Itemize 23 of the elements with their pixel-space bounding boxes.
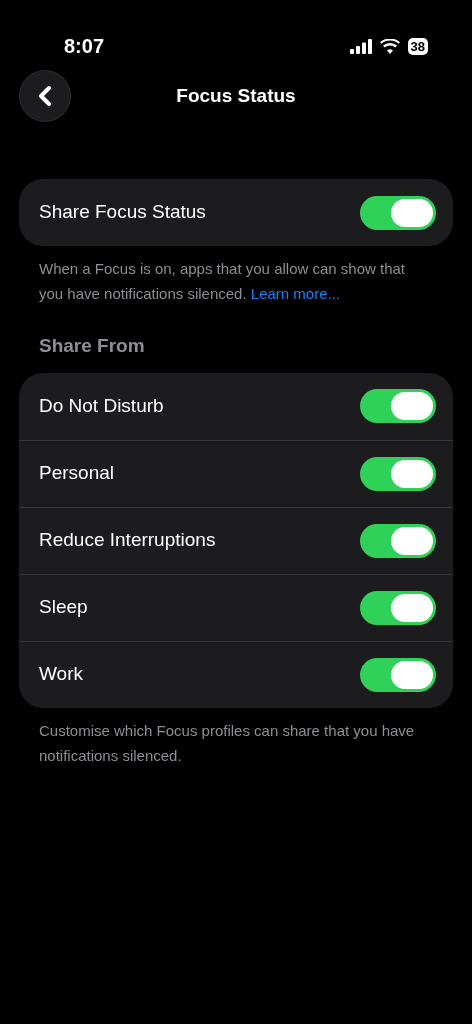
toggle-switch[interactable] [360, 523, 436, 558]
page-title: Focus Status [176, 85, 296, 106]
wifi-icon [379, 38, 400, 54]
toggle-label: Do Not Disturb [39, 393, 164, 418]
battery-level: 38 [407, 37, 428, 55]
back-icon [38, 85, 52, 107]
toggle-label: Reduce Interruptions [39, 528, 216, 553]
status-time: 8:07 [64, 34, 105, 59]
toggle-label: Work [39, 662, 83, 687]
signal-icon [349, 38, 372, 54]
toggle-switch[interactable] [360, 657, 436, 692]
section-heading: Share From [39, 335, 145, 356]
learn-more-link[interactable]: Learn more... [250, 285, 340, 302]
footer-note: Customise which Focus profiles can share that you have notifications silenced. [39, 720, 416, 766]
toggle-switch[interactable] [360, 456, 436, 491]
toggle-label: Sleep [39, 595, 88, 620]
back-button[interactable] [19, 70, 71, 122]
share-note: When a Focus is on, apps that you allow can show that you have notifications silenced. Learn more... [39, 259, 407, 304]
toggle-switch[interactable] [360, 590, 436, 625]
toggle-label: Share Focus Status [39, 200, 206, 225]
toggle-label: Personal [39, 461, 114, 486]
toggle-switch[interactable] [360, 389, 436, 423]
toggle-switch[interactable] [360, 195, 436, 230]
